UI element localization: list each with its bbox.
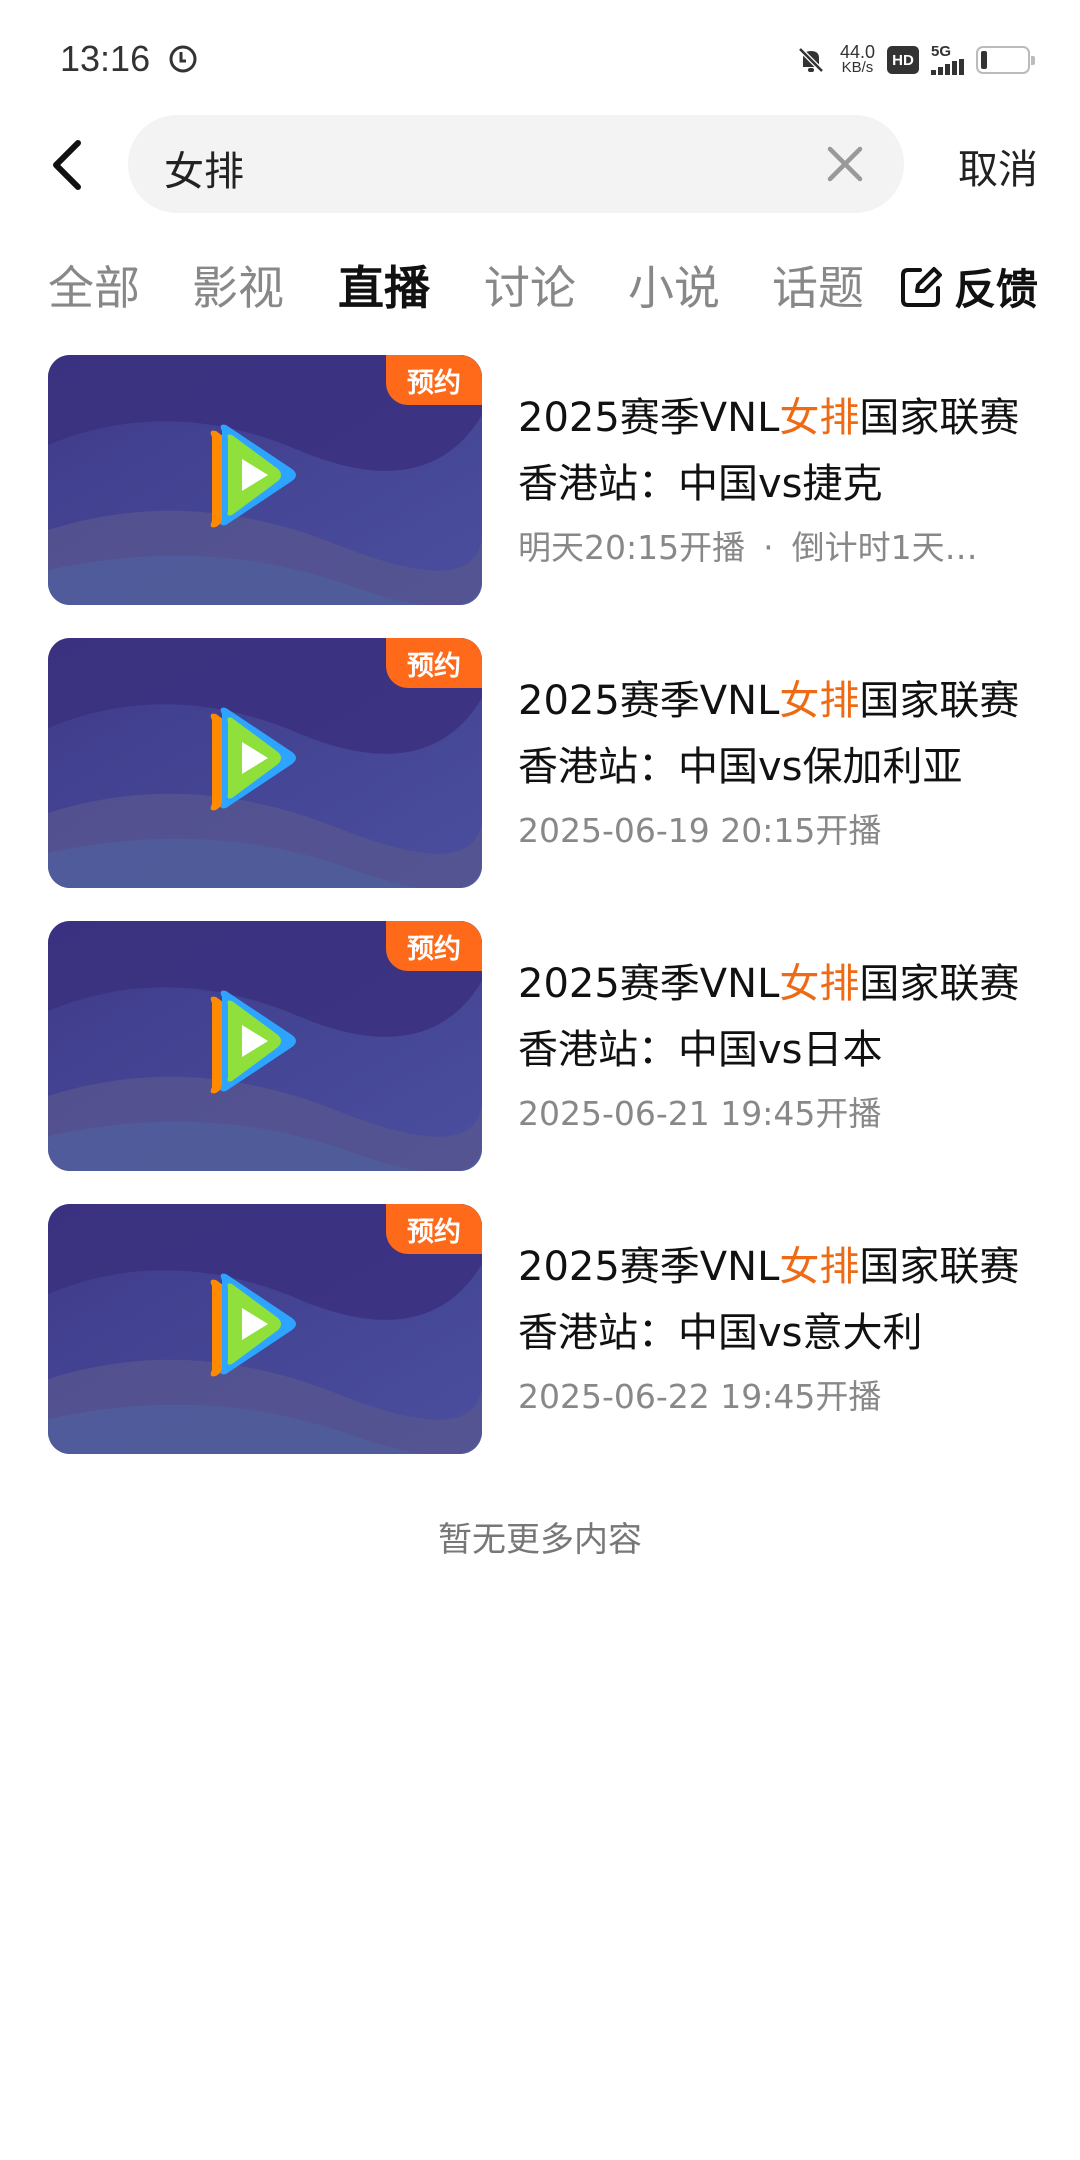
search-input[interactable]: 女排: [128, 115, 904, 213]
network-speed: 44.0 KB/s: [839, 42, 875, 76]
search-highlight: 女排: [779, 961, 860, 1007]
tab-all[interactable]: 全部: [48, 252, 140, 318]
result-meta: 2025-06-19 20:15开播: [518, 804, 1048, 852]
result-item[interactable]: 预约 2025赛季VNL女排国家联赛香港站：中国vs日本 2025-06-21 19…: [48, 921, 1048, 1171]
search-highlight: 女排: [779, 1244, 860, 1290]
result-title[interactable]: 2025赛季VNL女排国家联赛香港站：中国vs日本: [518, 951, 1048, 1083]
search-highlight: 女排: [779, 395, 860, 441]
result-meta: 明天20:15开播 · 倒计时1天…: [518, 521, 1048, 569]
mute-bell-icon: [798, 47, 824, 73]
battery-icon: [976, 46, 1035, 74]
category-tabs: 全部 影视 直播 讨论 小说 话题 反馈: [0, 252, 1080, 322]
tab-novel[interactable]: 小说: [628, 252, 720, 318]
live-thumbnail[interactable]: 预约: [48, 355, 482, 605]
tab-discussion[interactable]: 讨论: [484, 252, 576, 318]
reserve-badge: 预约: [386, 1204, 482, 1254]
status-time: 13:16: [60, 38, 151, 79]
broadcast-time: 2025-06-22 19:45开播: [518, 1377, 882, 1416]
broadcast-time: 2025-06-19 20:15开播: [518, 811, 882, 850]
search-bar: 女排 取消: [0, 115, 1080, 215]
live-thumbnail[interactable]: 预约: [48, 638, 482, 888]
result-info: 2025赛季VNL女排国家联赛香港站：中国vs日本 2025-06-21 19:4…: [518, 951, 1048, 1135]
clear-icon[interactable]: [822, 141, 868, 187]
tab-topic[interactable]: 话题: [772, 252, 864, 318]
result-meta: 2025-06-21 19:45开播: [518, 1087, 1048, 1135]
result-meta: 2025-06-22 19:45开播: [518, 1370, 1048, 1418]
broadcast-time: 2025-06-21 19:45开播: [518, 1094, 882, 1133]
edit-icon: [900, 266, 942, 307]
cancel-button[interactable]: 取消: [958, 137, 1038, 195]
no-more-content-text: 暂无更多内容: [438, 1520, 642, 1560]
live-thumbnail[interactable]: 预约: [48, 1204, 482, 1454]
search-results-screen: 13:16 44.0 KB/s HD 5G 女排 取消 全部 影视 直播 讨论 …: [0, 0, 1080, 2160]
signal-strength-icon: 5G: [931, 44, 964, 75]
feedback-button[interactable]: 反馈: [898, 256, 1038, 317]
result-title[interactable]: 2025赛季VNL女排国家联赛香港站：中国vs捷克: [518, 385, 1048, 517]
countdown-text: 倒计时1天…: [791, 528, 978, 567]
meta-separator: ·: [763, 528, 774, 567]
result-info: 2025赛季VNL女排国家联赛香港站：中国vs捷克明天20:15开播 · 倒计时1天…: [518, 385, 1048, 569]
reserve-badge: 预约: [386, 921, 482, 971]
result-item[interactable]: 预约 2025赛季VNL女排国家联赛香港站：中国vs意大利 2025-06-22 1…: [48, 1204, 1048, 1454]
result-item[interactable]: 预约 2025赛季VNL女排国家联赛香港站：中国vs捷克明天20:15开播 · 倒计时…: [48, 355, 1048, 605]
status-bar: 13:16 44.0 KB/s HD 5G: [0, 0, 1080, 120]
search-query[interactable]: 女排: [164, 139, 244, 197]
search-highlight: 女排: [779, 678, 860, 724]
live-thumbnail[interactable]: 预约: [48, 921, 482, 1171]
reserve-badge: 预约: [386, 638, 482, 688]
tab-film-tv[interactable]: 影视: [192, 252, 284, 318]
back-button[interactable]: [40, 137, 96, 193]
result-info: 2025赛季VNL女排国家联赛香港站：中国vs保加利亚 2025-06-19 20…: [518, 668, 1048, 852]
result-title[interactable]: 2025赛季VNL女排国家联赛香港站：中国vs意大利: [518, 1234, 1048, 1366]
alarm-clock-icon: [169, 45, 197, 73]
tab-live[interactable]: 直播: [338, 252, 430, 318]
result-item[interactable]: 预约 2025赛季VNL女排国家联赛香港站：中国vs保加利亚 2025-06-19 …: [48, 638, 1048, 888]
result-info: 2025赛季VNL女排国家联赛香港站：中国vs意大利 2025-06-22 19:…: [518, 1234, 1048, 1418]
reserve-badge: 预约: [386, 355, 482, 405]
hd-voice-icon: HD: [887, 46, 919, 74]
feedback-label: 反馈: [953, 265, 1038, 314]
broadcast-time: 明天20:15开播: [518, 528, 746, 567]
chevron-left-icon: [53, 140, 81, 190]
result-title[interactable]: 2025赛季VNL女排国家联赛香港站：中国vs保加利亚: [518, 668, 1048, 800]
